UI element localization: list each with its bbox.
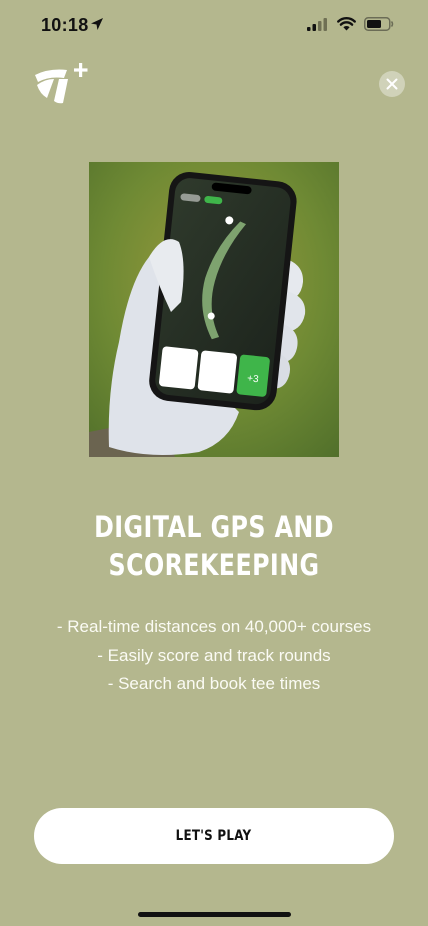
feature-list: - Real-time distances on 40,000+ courses… <box>0 613 428 699</box>
feature-item: - Real-time distances on 40,000+ courses <box>56 617 372 636</box>
hero-image: +3 <box>89 162 339 457</box>
headline: DIGITAL GPS AND SCOREKEEPING <box>39 508 390 584</box>
svg-text:+3: +3 <box>247 373 260 385</box>
status-time: 10:18 <box>41 15 89 35</box>
battery-icon <box>364 17 394 31</box>
feature-item: - Easily score and track rounds <box>97 645 331 665</box>
lets-play-button-label: LET'S PLAY <box>176 828 252 844</box>
feature-item: - Search and book tee times <box>107 674 321 693</box>
cellular-signal-icon <box>307 18 327 31</box>
wifi-icon <box>337 17 356 31</box>
taylormade-plus-logo-icon <box>35 63 88 104</box>
lets-play-button[interactable]: LET'S PLAY <box>34 808 394 864</box>
headline-line-1: DIGITAL GPS AND <box>94 510 334 544</box>
status-bar: 10:18 <box>0 0 428 52</box>
home-indicator[interactable] <box>138 912 291 917</box>
close-button[interactable] <box>379 71 405 97</box>
headline-line-2: SCOREKEEPING <box>108 548 320 582</box>
close-icon <box>386 78 398 90</box>
location-arrow-icon <box>91 18 103 30</box>
